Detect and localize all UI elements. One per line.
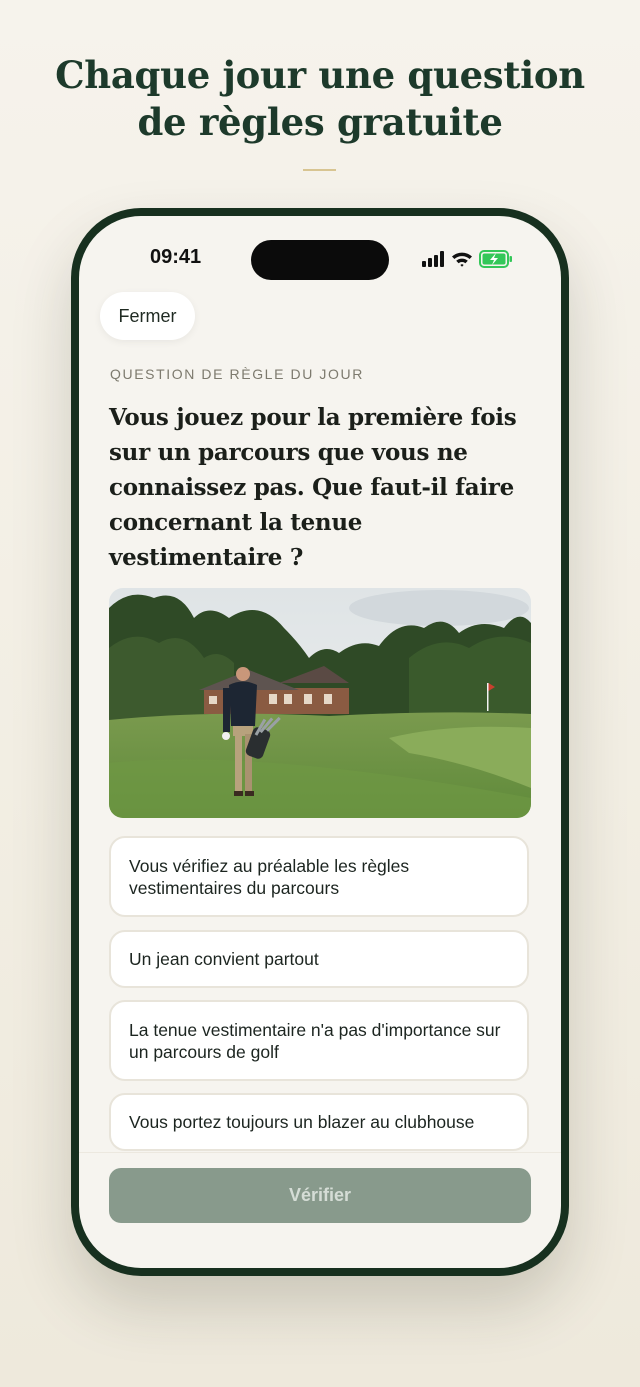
answer-option-4[interactable]: Vous portez toujours un blazer au clubho… bbox=[109, 1093, 529, 1151]
headline-line-2: de règles gratuite bbox=[137, 100, 503, 144]
status-icons bbox=[421, 248, 513, 270]
answer-option-3[interactable]: La tenue vestimentaire n'a pas d'importa… bbox=[109, 1000, 529, 1081]
headline-line-1: Chaque jour une question bbox=[55, 53, 585, 97]
question-eyebrow: QUESTION DE RÈGLE DU JOUR bbox=[110, 366, 364, 382]
phone-frame: 09:41 Fermer QUESTION DE RÈGLE DU JOUR V… bbox=[71, 208, 569, 1276]
battery-charging-icon bbox=[479, 250, 512, 268]
signal-icon bbox=[422, 251, 444, 267]
close-button[interactable]: Fermer bbox=[100, 292, 195, 340]
answer-option-1[interactable]: Vous vérifiez au préalable les règles ve… bbox=[109, 836, 529, 917]
footer-divider bbox=[79, 1152, 561, 1153]
answer-option-2[interactable]: Un jean convient partout bbox=[109, 930, 529, 988]
phone-screen: 09:41 Fermer QUESTION DE RÈGLE DU JOUR V… bbox=[79, 216, 561, 1268]
status-time: 09:41 bbox=[150, 246, 202, 268]
promo-headline: Chaque jour une question de règles gratu… bbox=[0, 52, 640, 146]
dynamic-island bbox=[251, 240, 389, 280]
wifi-icon bbox=[452, 252, 472, 267]
golf-course-photo bbox=[109, 588, 531, 818]
verify-button[interactable]: Vérifier bbox=[109, 1168, 531, 1223]
headline-divider bbox=[303, 169, 336, 171]
question-text: Vous jouez pour la première fois sur un … bbox=[109, 404, 517, 571]
